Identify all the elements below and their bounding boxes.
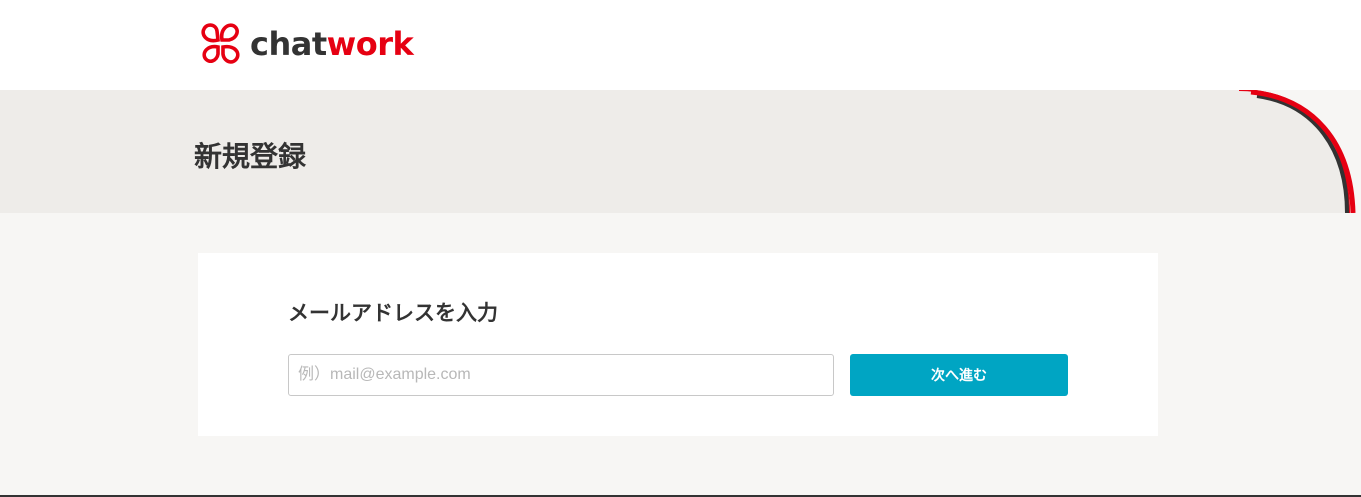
decorative-corner-curve xyxy=(1238,90,1361,213)
title-band: 新規登録 xyxy=(0,90,1361,213)
logo-wordmark-work: work xyxy=(326,25,414,63)
next-button[interactable]: 次へ進む xyxy=(850,354,1068,396)
page-title: 新規登録 xyxy=(194,140,307,173)
chatwork-logo-icon xyxy=(201,23,240,64)
logo-wordmark: chatwork xyxy=(250,25,414,63)
email-input[interactable] xyxy=(288,354,834,396)
logo-wordmark-chat: chat xyxy=(250,25,327,63)
chatwork-logo[interactable]: chatwork xyxy=(198,20,414,68)
site-header: chatwork xyxy=(0,0,1361,90)
email-section-heading: メールアドレスを入力 xyxy=(288,301,498,325)
signup-card: メールアドレスを入力 次へ進む xyxy=(198,253,1158,436)
